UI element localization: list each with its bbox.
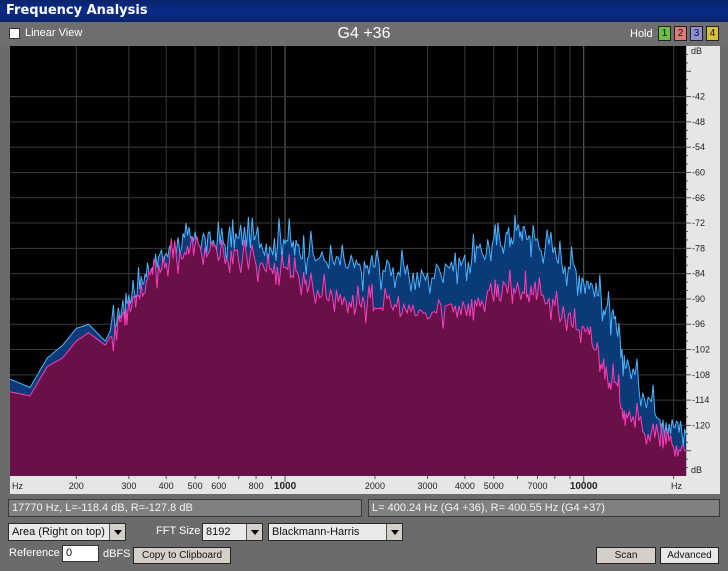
freq-unit-label-left: Hz: [12, 481, 23, 491]
top-toolbar: Linear View G4 +36 Hold 1 2 3 4: [0, 22, 728, 46]
reference-input[interactable]: 0: [62, 545, 99, 562]
freq-tick-label: 2000: [365, 481, 385, 491]
db-tick-label: -96: [692, 319, 705, 329]
window-function-value: Blackmann-Harris: [272, 526, 360, 538]
db-tick-label: -60: [692, 167, 705, 177]
db-unit-label-top: dB: [691, 46, 702, 56]
title-bar: Frequency Analysis: [0, 0, 728, 22]
copy-to-clipboard-button[interactable]: Copy to Clipboard: [133, 547, 231, 564]
fft-size-label: FFT Size: [156, 525, 201, 537]
fft-size-value: 8192: [206, 526, 231, 538]
db-tick-label: -42: [692, 92, 705, 102]
hold-button-2[interactable]: 2: [674, 26, 687, 41]
spectrum-plot[interactable]: [10, 46, 686, 476]
fft-size-select[interactable]: 8192: [202, 523, 263, 541]
freq-tick-label: 4000: [455, 481, 475, 491]
db-unit-label-bottom: dB: [691, 465, 702, 475]
reference-label: Reference: [9, 547, 60, 559]
advanced-button[interactable]: Advanced: [660, 547, 719, 564]
chevron-down-icon[interactable]: [109, 524, 125, 540]
hold-button-1[interactable]: 1: [658, 26, 671, 41]
hold-button-3[interactable]: 3: [690, 26, 703, 41]
db-tick-label: -120: [692, 420, 710, 430]
db-tick-label: -78: [692, 243, 705, 253]
frequency-axis: Hz 200 300 400 500 600 800 1000 2000 3000 4000 5000…: [10, 476, 686, 494]
db-tick-label: -102: [692, 345, 710, 355]
db-tick-label: -48: [692, 117, 705, 127]
db-tick-label: -90: [692, 294, 705, 304]
peak-readout: L= 400.24 Hz (G4 +36), R= 400.55 Hz (G4 …: [368, 499, 720, 517]
freq-tick-label: 500: [188, 481, 203, 491]
freq-tick-label: 7000: [527, 481, 547, 491]
freq-tick-label: 10000: [570, 481, 598, 492]
db-tick-label: -72: [692, 218, 705, 228]
freq-tick-label: 300: [121, 481, 136, 491]
reference-unit: dBFS: [103, 548, 131, 560]
freq-unit-label-right: Hz: [671, 481, 682, 491]
chevron-down-icon[interactable]: [386, 524, 402, 540]
db-tick-label: -54: [692, 142, 705, 152]
db-scale: dB -42 -48 -54 -60 -66 -72 -78 -84 -90 -96 -102 -108…: [686, 46, 720, 494]
db-tick-label: -114: [692, 395, 709, 405]
db-tick-label: -84: [692, 269, 705, 279]
frequency-axis-svg: Hz 200 300 400 500 600 800 1000 2000 3000 4000 5000…: [12, 476, 682, 492]
db-scale-svg: dB -42 -48 -54 -60 -66 -72 -78 -84 -90 -96 -102 -108…: [686, 46, 710, 476]
freq-tick-label: 5000: [484, 481, 504, 491]
freq-tick-label: 1000: [274, 481, 297, 492]
db-tick-label: -66: [692, 193, 705, 203]
freq-tick-label: 600: [211, 481, 226, 491]
spectrum-svg: [10, 46, 686, 476]
hold-button-4[interactable]: 4: [706, 26, 719, 41]
freq-tick-label: 3000: [418, 481, 438, 491]
freq-tick-label: 800: [249, 481, 264, 491]
db-tick-label: -108: [692, 370, 710, 380]
freq-tick-label: 200: [69, 481, 84, 491]
graph-mode-select[interactable]: Area (Right on top): [8, 523, 126, 541]
freq-tick-label: 400: [159, 481, 174, 491]
window-title: Frequency Analysis: [6, 3, 148, 18]
graph-mode-value: Area (Right on top): [12, 526, 105, 538]
scan-button[interactable]: Scan: [596, 547, 656, 564]
chevron-down-icon[interactable]: [246, 524, 262, 540]
note-reading: G4 +36: [337, 25, 391, 42]
cursor-readout: 17770 Hz, L=-118.4 dB, R=-127.8 dB: [8, 499, 362, 517]
hold-label: Hold: [630, 28, 653, 40]
window-function-select[interactable]: Blackmann-Harris: [268, 523, 403, 541]
